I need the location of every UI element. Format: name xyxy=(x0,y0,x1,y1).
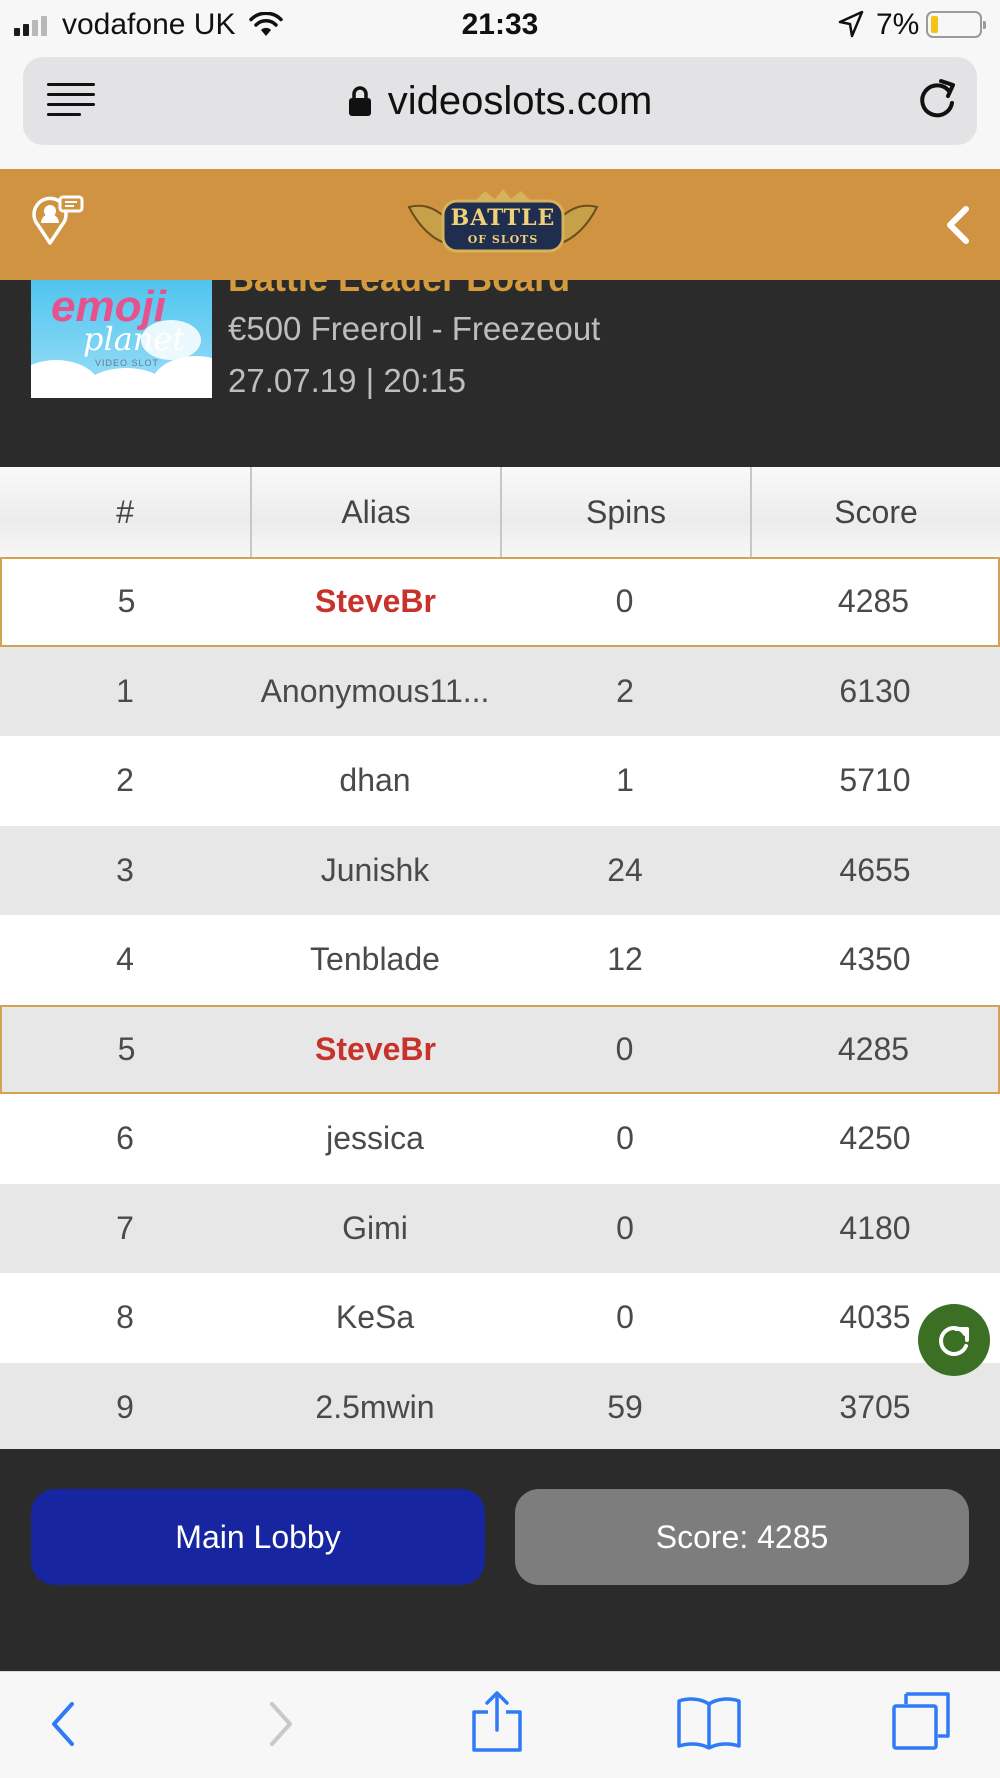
thumbnail-caption: VIDEO SLOT xyxy=(95,358,160,368)
back-chevron-icon[interactable] xyxy=(944,205,970,245)
rank-cell: 4 xyxy=(116,941,134,978)
column-header-alias: Alias xyxy=(250,467,500,557)
reload-icon[interactable] xyxy=(915,77,959,123)
prize-text: €500 Freeroll - Freezeout xyxy=(228,310,601,347)
refresh-button[interactable] xyxy=(918,1304,990,1376)
rank-cell: 9 xyxy=(116,1388,134,1425)
rank-cell: 1 xyxy=(116,672,134,709)
column-header-score: Score xyxy=(750,467,1000,557)
spins-cell: 0 xyxy=(616,1299,634,1336)
share-icon[interactable] xyxy=(470,1690,524,1754)
status-bar: vodafone UK 21:33 7% xyxy=(0,0,1000,52)
spins-cell: 0 xyxy=(615,1030,634,1067)
score-cell: 4655 xyxy=(839,851,911,888)
battle-of-slots-logo[interactable]: BATTLE OF SLOTS xyxy=(405,187,601,263)
tabs-icon[interactable] xyxy=(890,1690,952,1752)
thumbnail-subtitle: planet xyxy=(83,320,186,358)
alias-cell: jessica xyxy=(326,1120,424,1157)
rank-cell: 5 xyxy=(117,583,136,620)
column-header-spins: Spins xyxy=(500,467,750,557)
alias-cell: Anonymous11... xyxy=(260,672,490,709)
spins-cell: 2 xyxy=(616,672,634,709)
battery-icon xyxy=(926,11,986,38)
spins-cell: 1 xyxy=(616,762,634,799)
score-cell: 6130 xyxy=(839,672,911,709)
main-lobby-button[interactable]: Main Lobby xyxy=(31,1489,485,1585)
score-cell: 3705 xyxy=(839,1388,911,1425)
spins-cell: 12 xyxy=(607,941,643,978)
logo-line2: OF SLOTS xyxy=(467,233,539,246)
column-header-rank: # xyxy=(116,493,134,530)
browser-toolbar xyxy=(0,1671,1000,1778)
alias-cell: dhan xyxy=(339,762,411,799)
score-button[interactable]: Score: 4285 xyxy=(515,1489,969,1585)
alias-cell: SteveBr xyxy=(315,1030,436,1067)
site-header: BATTLE OF SLOTS xyxy=(0,169,1000,280)
table-row: 6 jessica 0 4250 xyxy=(0,1094,1000,1184)
score-cell: 4250 xyxy=(839,1120,911,1157)
table-row: 7 Gimi 0 4180 xyxy=(0,1183,1000,1273)
back-icon[interactable] xyxy=(46,1698,80,1750)
score-cell: 4350 xyxy=(839,941,911,978)
bookmarks-icon[interactable] xyxy=(676,1694,742,1750)
rank-cell: 2 xyxy=(116,762,134,799)
address-bar[interactable]: videoslots.com xyxy=(23,57,977,145)
table-row: 1 Anonymous11... 2 6130 xyxy=(0,646,1000,736)
alias-cell: Tenblade xyxy=(310,941,440,978)
leaderboard-table: # Alias Spins Score 5 SteveBr 0 4285 1 A… xyxy=(0,467,1000,1452)
table-row: 4 Tenblade 12 4350 xyxy=(0,915,1000,1005)
support-location-icon[interactable] xyxy=(30,193,84,245)
spins-cell: 59 xyxy=(607,1388,643,1425)
bottom-actions: Main Lobby Score: 4285 xyxy=(0,1449,1000,1671)
table-row: 8 KeSa 0 4035 xyxy=(0,1273,1000,1363)
logo-line1: BATTLE xyxy=(450,205,556,231)
table-row: 3 Junishk 24 4655 xyxy=(0,825,1000,915)
url-text[interactable]: videoslots.com xyxy=(388,79,653,124)
current-user-row: 5 SteveBr 0 4285 xyxy=(0,557,1000,647)
score-cell: 5710 xyxy=(839,762,911,799)
alias-cell: Gimi xyxy=(342,1209,408,1246)
spins-cell: 24 xyxy=(607,851,643,888)
rank-cell: 8 xyxy=(116,1299,134,1336)
alias-cell: SteveBr xyxy=(315,583,436,620)
lock-icon xyxy=(348,86,371,116)
rank-cell: 5 xyxy=(117,1030,136,1067)
logo-text: BATTLE OF SLOTS xyxy=(445,205,561,246)
alias-cell: Junishk xyxy=(320,851,430,888)
spins-cell: 0 xyxy=(615,583,634,620)
location-arrow-icon xyxy=(838,10,864,38)
table-row-current-user: 5 SteveBr 0 4285 xyxy=(0,1004,1000,1094)
alias-cell: KeSa xyxy=(335,1299,415,1336)
table-row: 2 dhan 1 5710 xyxy=(0,736,1000,826)
board-title: Battle Leader Board xyxy=(228,280,570,300)
table-row: 9 2.5mwin 59 3705 xyxy=(0,1362,1000,1452)
score-cell: 4180 xyxy=(839,1209,911,1246)
battle-info-panel: Battle Leader Board emoji planet VIDEO S… xyxy=(0,280,1000,467)
rank-cell: 6 xyxy=(116,1120,134,1157)
forward-icon[interactable] xyxy=(264,1698,298,1750)
game-thumbnail[interactable]: emoji planet VIDEO SLOT xyxy=(31,280,212,398)
rank-cell: 3 xyxy=(116,851,134,888)
battery-percent: 7% xyxy=(876,8,920,41)
rank-cell: 7 xyxy=(116,1209,134,1246)
alias-cell: 2.5mwin xyxy=(315,1388,435,1425)
battle-datetime: 27.07.19 | 20:15 xyxy=(228,362,466,399)
table-header: # Alias Spins Score xyxy=(0,467,1000,557)
score-cell: 4285 xyxy=(837,1030,910,1067)
score-cell: 4285 xyxy=(837,583,910,620)
spins-cell: 0 xyxy=(616,1209,634,1246)
refresh-icon xyxy=(939,1326,969,1356)
spins-cell: 0 xyxy=(616,1120,634,1157)
